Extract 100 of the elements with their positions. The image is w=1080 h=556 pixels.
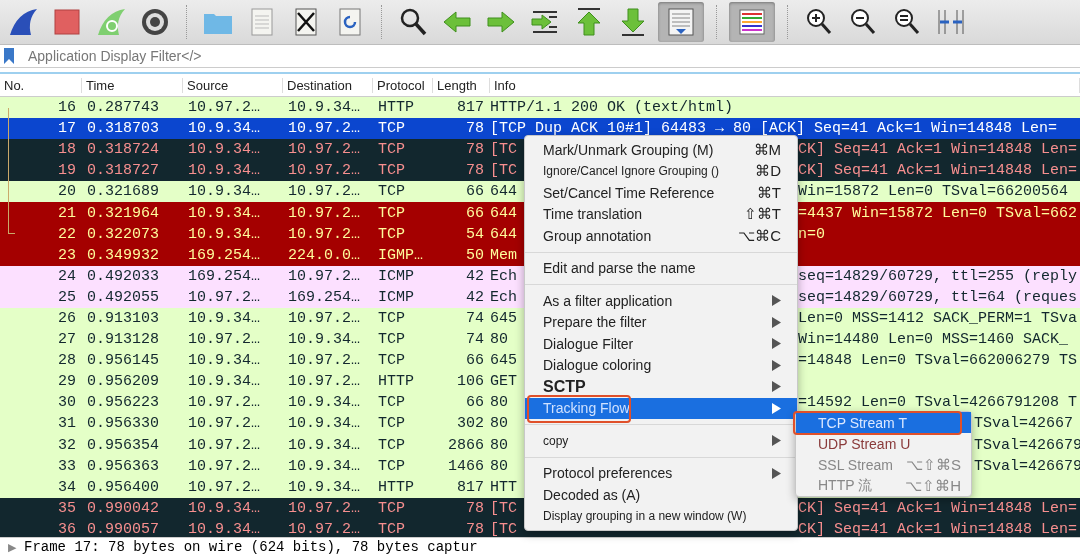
table-cell: HTTP/1.1 200 OK (text/html)	[490, 99, 734, 117]
table-cell: 10.9.34…	[188, 310, 260, 327]
table-cell: 10.97.2…	[288, 373, 360, 391]
table-cell: TCP	[378, 183, 405, 201]
table-cell: 10.9.34…	[188, 352, 260, 370]
table-cell: 0.956354	[87, 436, 159, 454]
table-cell: 16	[58, 99, 76, 117]
menu-item-label: Prepare the filter	[543, 314, 648, 331]
table-cell: 10.9.34…	[288, 394, 360, 412]
table-cell: TCP	[378, 120, 405, 138]
table-cell: 10.9.34…	[188, 520, 260, 538]
table-cell: 0.913128	[87, 331, 159, 349]
table-cell: seq=14829/60729, ttl=64 (reques	[798, 288, 1078, 306]
table-cell: 10.97.2…	[288, 310, 360, 327]
table-cell: 224.0.0…	[288, 246, 360, 264]
table-cell: TCP	[378, 310, 405, 327]
table-cell: 78	[466, 162, 484, 180]
table-cell: Win=14480 Len=0 MSS=1460 SACK_	[798, 331, 1069, 349]
table-cell: TCP	[378, 499, 405, 517]
table-cell: n=0	[798, 225, 825, 243]
table-cell: TCP	[378, 352, 405, 370]
table-cell: TCP	[378, 331, 405, 349]
menu-item-label: Edit and parse the name	[543, 260, 697, 277]
table-cell: 74	[466, 331, 484, 349]
shortcut-text: ⌥⇧⌘H	[905, 476, 961, 495]
table-cell: 10.9.34…	[288, 478, 360, 496]
table-cell: 27	[58, 331, 76, 349]
table-cell: 66	[466, 352, 484, 370]
table-cell: 10.9.34…	[188, 141, 260, 159]
shortcut-text: ⌘M	[753, 140, 781, 159]
table-cell: 0.990057	[87, 520, 159, 538]
table-cell: 10.97.2…	[288, 267, 360, 285]
table-cell: 10.97.2…	[288, 225, 360, 243]
table-cell: 10.97.2…	[288, 204, 360, 222]
table-cell: 0.913103	[87, 310, 159, 327]
table-cell: GET	[490, 373, 517, 391]
table-cell: 42	[466, 267, 484, 285]
table-cell: 42	[466, 288, 484, 306]
table-cell: 0.956330	[87, 415, 159, 433]
table-cell: 10.9.34…	[288, 331, 360, 349]
table-cell: TCP	[378, 520, 405, 538]
table-cell: 10.9.34…	[188, 204, 260, 222]
table-cell: CK] Seq=41 Ack=1 Win=14848 Len=	[798, 141, 1078, 159]
table-cell: TCP	[378, 457, 405, 475]
table-cell: 33	[58, 457, 76, 475]
packet-detail-text: Frame 17: 78 bytes on wire (624 bits), 78 bytes captur	[24, 539, 478, 555]
table-cell: 169.254…	[188, 267, 260, 285]
table-cell: 54	[466, 225, 484, 243]
table-cell: 22	[58, 225, 76, 243]
table-cell: TCP	[378, 141, 405, 159]
table-cell: 0.287743	[87, 99, 159, 117]
table-cell: 32	[58, 436, 76, 454]
table-cell: 18	[58, 141, 76, 159]
table-cell: 78	[466, 120, 484, 138]
menu-item-label: TCP Stream T	[818, 414, 907, 431]
shortcut-text: ⌥⇧⌘S	[906, 455, 961, 474]
table-cell: 50	[466, 246, 484, 264]
table-cell: 78	[466, 499, 484, 517]
table-cell: 10.9.34…	[288, 99, 360, 117]
table-cell: 19	[58, 162, 76, 180]
table-cell: 169.254…	[188, 246, 260, 264]
table-cell: 10.97.2…	[188, 99, 260, 117]
shortcut-text: ⌥⌘C	[738, 226, 781, 245]
table-cell: 25	[58, 288, 76, 306]
table-cell: 1466	[448, 457, 484, 475]
table-cell: [TC	[490, 162, 517, 180]
menu-item-label: As a filter application	[543, 292, 674, 309]
table-cell: [TC	[490, 520, 517, 538]
table-cell: seq=14829/60729, ttl=255 (reply	[798, 267, 1078, 285]
table-cell: =14848 Len=0 TSval=662006279 TS	[798, 352, 1078, 370]
table-cell: 10.97.2…	[288, 162, 360, 180]
table-cell: TCP	[378, 225, 405, 243]
table-cell: CK] Seq=41 Ack=1 Win=14848 Len=	[798, 520, 1078, 538]
menu-item-label: Decoded as (A)	[543, 486, 642, 503]
table-cell: 78	[466, 520, 484, 538]
table-cell: 10.97.2…	[188, 436, 260, 454]
table-cell: 66	[466, 183, 484, 201]
table-cell: [TC	[490, 499, 517, 517]
table-cell: Mem	[490, 246, 517, 264]
shortcut-text: ⌘T	[756, 183, 781, 202]
menu-item-label: Protocol preferences	[543, 465, 674, 482]
table-cell: 0.318727	[87, 162, 159, 180]
table-cell: TCP	[378, 162, 405, 180]
table-cell: 10.97.2…	[188, 457, 260, 475]
table-cell: 0.956145	[87, 352, 159, 370]
table-cell: 80	[490, 415, 508, 433]
table-cell: TCP	[378, 394, 405, 412]
table-cell: 35	[58, 499, 76, 517]
table-cell: 10.9.34…	[288, 436, 360, 454]
table-cell: 644	[490, 204, 517, 222]
table-cell: 10.9.34…	[188, 183, 260, 201]
menu-item-label: Time translation	[543, 206, 644, 223]
table-cell: CK] Seq=41 Ack=1 Win=14848 Len=	[798, 499, 1078, 517]
table-cell: 80	[490, 394, 508, 412]
table-cell: 66	[466, 204, 484, 222]
table-cell: 34	[58, 478, 76, 496]
menu-item-label: Display grouping in a new window (W)	[543, 509, 748, 524]
table-cell: 0.322073	[87, 225, 159, 243]
table-cell: 24	[58, 267, 76, 285]
table-cell: 10.9.34…	[188, 120, 260, 138]
